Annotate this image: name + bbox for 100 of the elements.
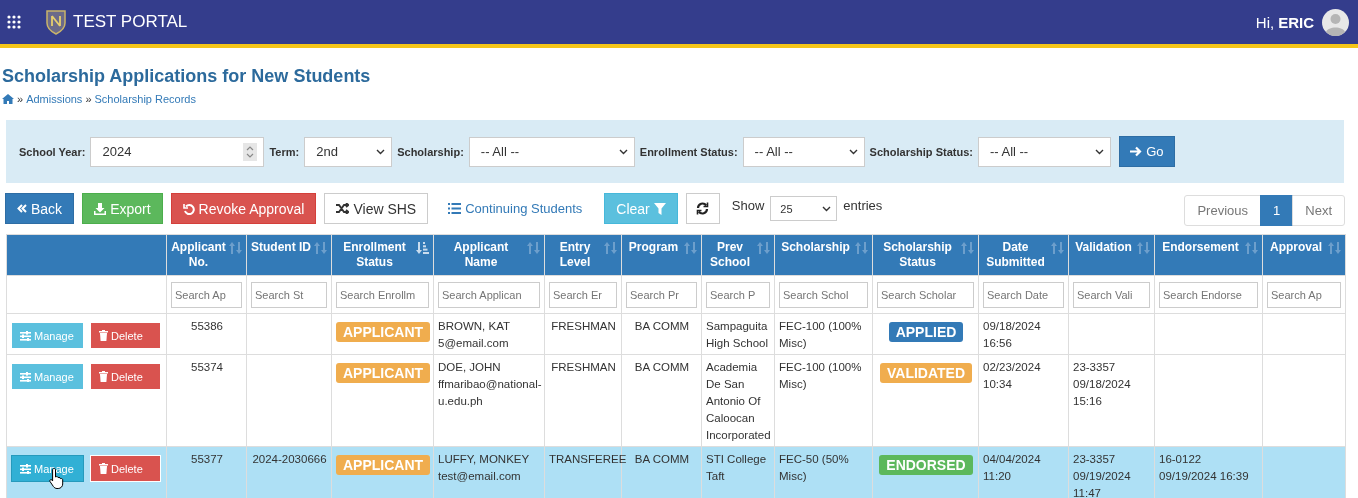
delete-button[interactable]: Delete: [90, 455, 161, 482]
next-page-button[interactable]: Next: [1292, 195, 1345, 226]
column-header[interactable]: Date Submitted: [978, 234, 1069, 276]
column-search-field[interactable]: Search Ap: [171, 281, 242, 308]
column-search-field[interactable]: Search Enrollm: [336, 281, 429, 308]
column-header[interactable]: Program: [621, 234, 702, 276]
column-header[interactable]: Enrollment Status: [331, 234, 434, 276]
enrollment-status-badge: APPLICANT: [336, 363, 431, 383]
portal-title: TEST PORTAL: [73, 12, 188, 32]
chevron-down-icon: [1094, 148, 1104, 155]
sort-icon[interactable]: [229, 242, 242, 254]
column-search-field[interactable]: Search Date: [983, 281, 1064, 308]
filter-icon: [653, 202, 666, 215]
refresh-icon: [696, 202, 710, 215]
column-search-field[interactable]: Search St: [251, 281, 327, 308]
home-icon[interactable]: [2, 94, 14, 104]
number-field[interactable]: 2024: [90, 136, 265, 167]
filter-label: Scholarship:: [397, 145, 464, 158]
entry-level: FRESHMAN: [551, 320, 616, 332]
sort-icon[interactable]: [757, 242, 770, 254]
breadcrumb-link[interactable]: Scholarship Records: [94, 93, 196, 105]
table-row[interactable]: [6, 354, 1346, 447]
sort-icon[interactable]: [1051, 242, 1064, 254]
sort-icon[interactable]: [314, 242, 327, 254]
filter-label: Term:: [269, 145, 300, 158]
select-field[interactable]: -- All --: [977, 136, 1111, 167]
table-row[interactable]: Manage Delete 55386 APPLICANT BROWN, KAT 5@email.com FRESHMAN BA COMM Sampaguita High School FEC-100 (100% Misc) APPLIED 09/18/2024 16:56: [6, 313, 1346, 355]
column-search-field[interactable]: Search Ap: [1267, 281, 1341, 308]
column-search-field[interactable]: Search Vali: [1073, 281, 1150, 308]
trash-icon: [99, 330, 108, 341]
table-row[interactable]: [6, 446, 1346, 498]
entry-level: TRANSFEREE: [549, 453, 627, 465]
sort-icon[interactable]: [961, 242, 974, 254]
view-shs-button[interactable]: View SHS: [324, 193, 429, 224]
column-search-field[interactable]: Search Scholar: [877, 281, 974, 308]
applicant-email: ffmaribao@national-u.edu.ph: [438, 378, 542, 407]
scholarship-status-badge: VALIDATED: [879, 363, 972, 383]
chevron-down-icon: [376, 148, 386, 155]
sort-ascending-icon[interactable]: [416, 242, 429, 254]
breadcrumb-link[interactable]: Admissions: [26, 93, 83, 105]
column-header[interactable]: Student ID: [246, 234, 332, 276]
entries-select[interactable]: 25: [770, 196, 838, 221]
applicant-email: 5@email.com: [438, 337, 509, 349]
shuffle-icon: [336, 203, 350, 214]
manage-button[interactable]: Manage: [11, 455, 84, 482]
enrollment-status-badge: APPLICANT: [336, 455, 431, 475]
delete-button[interactable]: Delete: [90, 363, 161, 390]
select-field[interactable]: -- All --: [468, 136, 635, 167]
column-search-field[interactable]: Search Endorse: [1159, 281, 1258, 308]
sort-icon[interactable]: [1328, 242, 1341, 254]
chevron-down-icon: [848, 148, 858, 155]
endorsement-info: 16-0122 09/19/2024 16:39: [1159, 453, 1249, 482]
column-search-field[interactable]: Search P: [706, 281, 770, 308]
sort-icon[interactable]: [527, 242, 540, 254]
page-button[interactable]: 1: [1260, 195, 1294, 226]
sort-icon[interactable]: [855, 242, 868, 254]
column-header[interactable]: Validation: [1068, 234, 1155, 276]
column-header[interactable]: Entry Level: [544, 234, 622, 276]
breadcrumb-separator: »: [17, 93, 24, 105]
column-search-field[interactable]: Search Pr: [626, 281, 697, 308]
sliders-icon: [20, 371, 31, 382]
undo-icon: [182, 202, 195, 215]
page-title: Scholarship Applications for New Students: [2, 66, 372, 87]
avatar-icon[interactable]: [1322, 8, 1349, 36]
select-field[interactable]: -- All --: [742, 136, 865, 167]
column-header[interactable]: Scholarship Status: [872, 234, 979, 276]
program-name: BA COMM: [634, 320, 690, 332]
refresh-button[interactable]: [685, 193, 720, 224]
entry-level: FRESHMAN: [551, 361, 616, 373]
previous-school: Sampaguita High School: [706, 320, 768, 349]
column-header[interactable]: Applicant No.: [166, 234, 247, 276]
sort-icon[interactable]: [1137, 242, 1150, 254]
filter-label: School Year:: [19, 145, 86, 158]
go-button[interactable]: Go: [1118, 136, 1175, 167]
column-search-field[interactable]: Search Applican: [438, 281, 540, 308]
chevron-down-icon: [618, 148, 628, 155]
column-header[interactable]: Scholarship: [774, 234, 873, 276]
scholarship-name: FEC-100 (100% Misc): [779, 320, 862, 349]
column-header[interactable]: Applicant Name: [433, 234, 545, 276]
sort-icon[interactable]: [1245, 242, 1258, 254]
continuing-students-link[interactable]: Continuing Students: [436, 193, 595, 224]
revoke-approval-button[interactable]: Revoke Approval: [170, 193, 317, 224]
sliders-icon: [20, 463, 31, 474]
delete-button[interactable]: Delete: [90, 322, 161, 349]
spinner-arrows-icon[interactable]: [243, 142, 258, 161]
column-header[interactable]: Endorsement: [1154, 234, 1263, 276]
sort-icon[interactable]: [684, 242, 697, 254]
back-button[interactable]: Back: [5, 193, 75, 224]
column-search-field[interactable]: Search Schol: [779, 281, 868, 308]
applicant-name: LUFFY, MONKEY: [438, 453, 530, 465]
column-search-field[interactable]: Search Er: [549, 281, 617, 308]
column-header[interactable]: Prev School: [701, 234, 775, 276]
applicant-number: 55386: [191, 320, 223, 332]
sort-icon[interactable]: [604, 242, 617, 254]
student-id: 2024-2030666: [252, 453, 327, 465]
column-header[interactable]: Approval: [1262, 234, 1346, 276]
double-chevron-left-icon: [17, 204, 27, 213]
apps-grid-icon[interactable]: [7, 15, 21, 29]
export-button[interactable]: Export: [82, 193, 163, 224]
select-field[interactable]: 2nd: [304, 136, 393, 167]
